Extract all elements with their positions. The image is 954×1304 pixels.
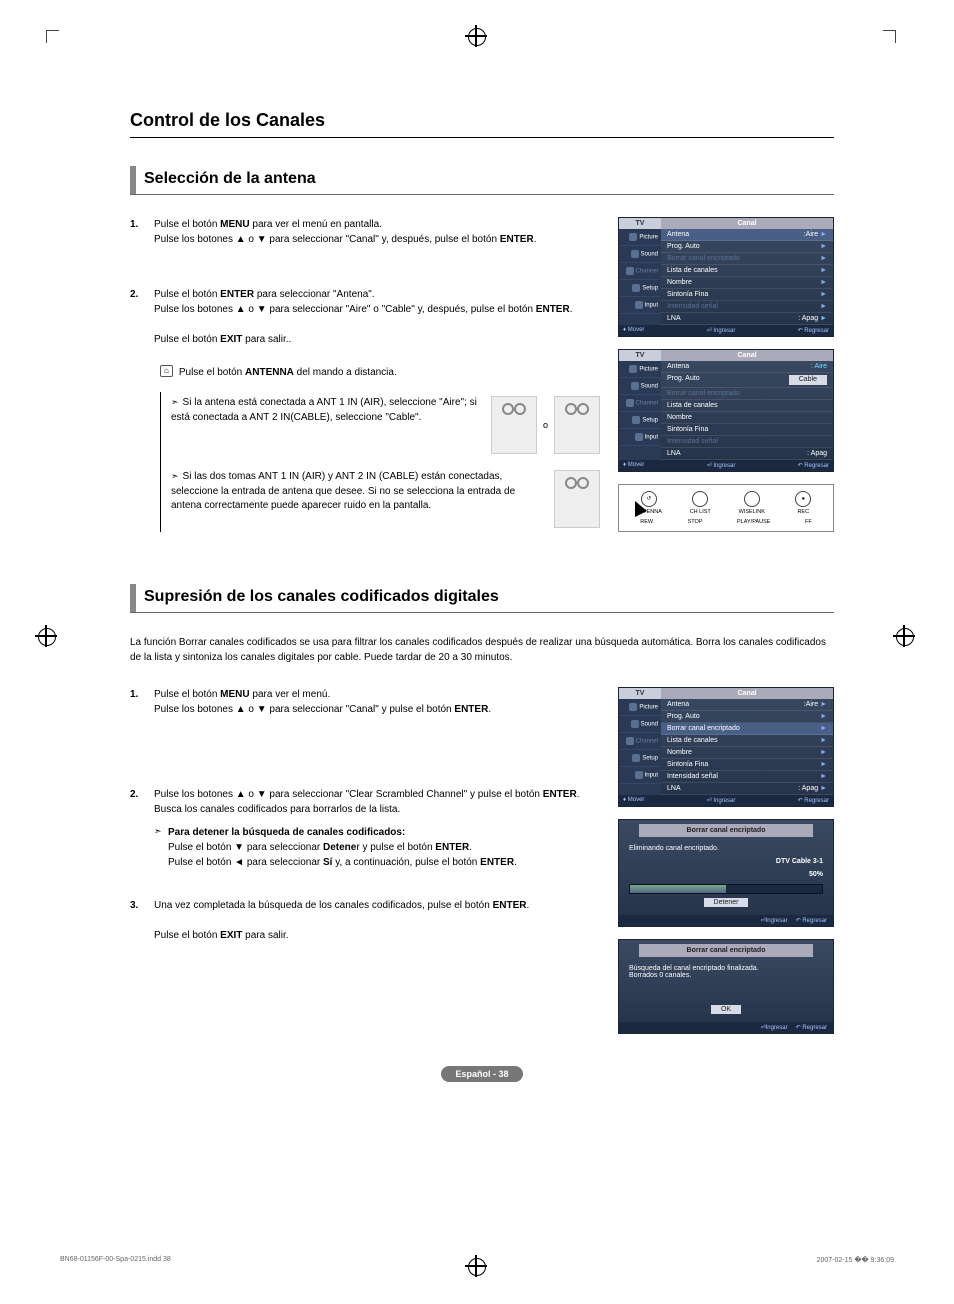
- progress-bar: [629, 884, 823, 894]
- osd-side-item: Setup: [619, 280, 661, 297]
- osd-item: LNA: Apag ►: [661, 313, 833, 325]
- remote-hint: ⌂ Pulse el botón ANTENNA del mando a dis…: [160, 365, 600, 380]
- osd-item: Prog. Auto►: [661, 241, 833, 253]
- antenna-diagram: o: [491, 396, 600, 454]
- osd-modal-progress: Borrar canal encriptado Eliminando canal…: [618, 819, 834, 927]
- osd-screenshot-antena-select: TVCanal Picture Sound Channel Setup Inpu…: [618, 349, 834, 472]
- section-heading: Selección de la antena: [130, 166, 834, 195]
- osd-item: Sintonía Fina►: [661, 289, 833, 301]
- osd-item-antena: Antena:Aire ►: [661, 229, 833, 241]
- progress-percent: 50%: [629, 871, 823, 878]
- step-number: 2.: [130, 787, 154, 876]
- osd-item: Borrar canal encriptado►: [661, 253, 833, 265]
- hint-text: Si las dos tomas ANT 1 IN (AIR) y ANT 2 …: [171, 470, 546, 514]
- hint-text: Para detener la búsqueda de canales codi…: [154, 825, 600, 870]
- modal-ok-button: OK: [711, 1005, 741, 1014]
- print-footer: BN68-01156F-00-Spa-0215.indd 38 2007-02-…: [60, 1256, 894, 1264]
- osd-modal-complete: Borrar canal encriptado Búsqueda del can…: [618, 939, 834, 1034]
- step-number: 2.: [130, 287, 154, 347]
- step-text: Una vez completada la búsqueda de los ca…: [154, 898, 600, 943]
- step-text: Pulse los botones ▲ o ▼ para seleccionar…: [154, 787, 600, 876]
- remote-antenna-button: ↺ANTENNA: [633, 491, 665, 515]
- osd-screenshot-channel: TVCanal Picture Sound Channel Setup Inpu…: [618, 217, 834, 337]
- step-text: Pulse el botón MENU para ver el menú en …: [154, 217, 600, 247]
- hint-text: Si la antena está conectada a ANT 1 IN (…: [171, 396, 483, 425]
- osd-side-item: Sound: [619, 246, 661, 263]
- remote-diagram: ↺ANTENNA CH LIST WISELINK ●REC REW STOP …: [618, 484, 834, 532]
- page-title: Control de los Canales: [130, 110, 834, 138]
- osd-item: Lista de canales►: [661, 265, 833, 277]
- osd-screenshot-borrar: TVCanal Picture Sound Channel Setup Inpu…: [618, 687, 834, 807]
- step-number: 1.: [130, 687, 154, 717]
- section-heading: Supresión de los canales codificados dig…: [130, 584, 834, 613]
- remote-icon: ⌂: [160, 365, 173, 377]
- antenna-diagram: [554, 470, 600, 528]
- page-number-pill: Español - 38: [441, 1066, 522, 1082]
- osd-side-item: Channel: [619, 263, 661, 280]
- osd-item: Intensidad señal►: [661, 301, 833, 313]
- section-intro: La función Borrar canales codificados se…: [130, 635, 834, 665]
- osd-side-item: Input: [619, 297, 661, 314]
- step-text: Pulse el botón MENU para ver el menú.Pul…: [154, 687, 600, 717]
- osd-item: Nombre►: [661, 277, 833, 289]
- modal-stop-button: Detener: [704, 898, 749, 907]
- osd-side-item: Picture: [619, 229, 661, 246]
- step-number: 1.: [130, 217, 154, 247]
- step-number: 3.: [130, 898, 154, 943]
- step-text: Pulse el botón ENTER para seleccionar "A…: [154, 287, 600, 347]
